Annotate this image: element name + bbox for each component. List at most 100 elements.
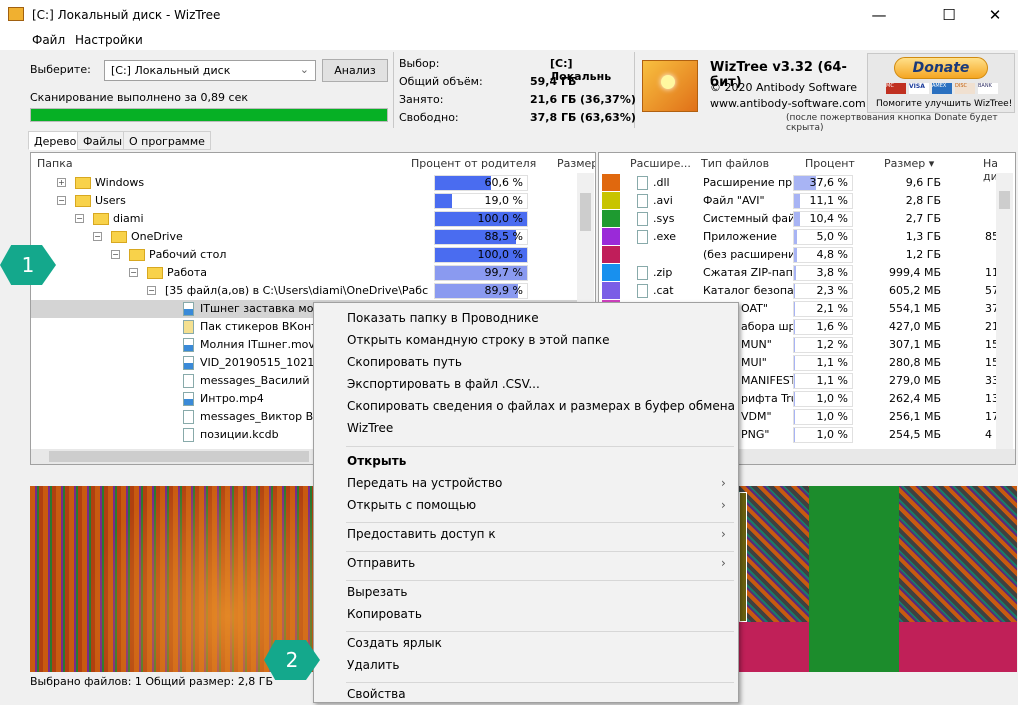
video-file-icon bbox=[183, 428, 194, 442]
donate-help: Помогите улучшить WizTree! bbox=[876, 99, 1013, 109]
percent-value: 37,6 % bbox=[809, 176, 848, 189]
menu-item-label: Передать на устройство bbox=[347, 476, 503, 490]
menu-item-label: Экспортировать в файл .CSV... bbox=[347, 377, 540, 391]
close-button[interactable]: ✕ bbox=[972, 0, 1018, 30]
analyze-button[interactable]: Анализ bbox=[322, 59, 388, 82]
used-label: Занято: bbox=[399, 93, 444, 106]
context-menu-item[interactable]: Отправить › bbox=[347, 556, 737, 570]
tab-files[interactable]: Файлы bbox=[77, 131, 129, 150]
context-menu-item[interactable]: WizTree bbox=[347, 421, 737, 435]
collapse-icon[interactable]: − bbox=[75, 214, 84, 223]
percent-value: 19,0 % bbox=[484, 194, 523, 207]
percent-value: 100,0 % bbox=[477, 248, 523, 261]
context-menu-item[interactable]: Копировать bbox=[347, 607, 737, 621]
context-menu-item[interactable]: Экспортировать в файл .CSV... bbox=[347, 377, 737, 391]
color-swatch bbox=[602, 192, 620, 209]
color-swatch bbox=[602, 282, 620, 299]
context-menu-item[interactable]: Открыть с помощью › bbox=[347, 498, 737, 512]
context-menu: Показать папку в Проводнике Открыть коман… bbox=[313, 302, 739, 703]
col-percent[interactable]: Процент bbox=[805, 157, 855, 170]
treemap-left[interactable] bbox=[30, 486, 313, 672]
context-menu-item[interactable]: Свойства bbox=[347, 687, 737, 701]
col-percent-parent[interactable]: Процент от родителя bbox=[411, 157, 536, 170]
tree-row-label: Windows bbox=[75, 174, 144, 192]
percent-value: 89,9 % bbox=[484, 284, 523, 297]
zip-file-icon bbox=[183, 320, 194, 334]
tree-row-name: messages_Виктор Вел bbox=[200, 410, 327, 423]
size-value: 254,5 МБ bbox=[888, 428, 941, 441]
scan-progress-bar bbox=[30, 108, 388, 122]
collapse-icon[interactable]: − bbox=[147, 286, 156, 295]
context-menu-item[interactable]: Предоставить доступ к › bbox=[347, 527, 737, 541]
tab-about[interactable]: О программе bbox=[123, 131, 211, 150]
menu-file[interactable]: Файл bbox=[32, 33, 65, 47]
tree-row[interactable]: − OneDrive 88,5 % bbox=[31, 228, 577, 246]
tree-row[interactable]: + Windows 60,6 % bbox=[31, 174, 577, 192]
context-menu-item[interactable]: Скопировать путь bbox=[347, 355, 737, 369]
title-bar: [C:] Локальный диск - WizTree — ☐ ✕ bbox=[0, 0, 1018, 30]
percent-value: 5,0 % bbox=[816, 230, 848, 243]
tree-row-label: Пак стикеров ВКонта bbox=[183, 318, 324, 336]
file-type: MANIFEST" bbox=[741, 374, 793, 387]
menu-settings[interactable]: Настройки bbox=[75, 33, 143, 47]
extension-row[interactable]: .exe Приложение 5,0 % 1,3 ГБ 85 bbox=[599, 228, 999, 246]
extension-row[interactable]: .zipСжатая ZIP-папка3,8 %999,4 МБ11 bbox=[599, 264, 999, 282]
file-type: (без расширения) bbox=[703, 248, 793, 261]
expand-icon[interactable]: + bbox=[57, 178, 66, 187]
file-type: Файл "AVI" bbox=[703, 194, 765, 207]
col-folder[interactable]: Папка bbox=[37, 157, 73, 170]
size-value: 1,2 ГБ bbox=[905, 248, 941, 261]
extension-row[interactable]: (без расширения) 4,8 % 1,2 ГБ bbox=[599, 246, 995, 264]
percent-bar: 1,0 % bbox=[793, 391, 853, 407]
percent-bar-fill bbox=[794, 338, 795, 352]
context-menu-item[interactable]: Вырезать bbox=[347, 585, 737, 599]
tree-row-name: messages_Василий Гр bbox=[200, 374, 327, 387]
tab-tree[interactable]: Дерево bbox=[28, 131, 83, 150]
file-type: рифта Tru bbox=[741, 392, 793, 405]
tree-row[interactable]: − diami 100,0 % bbox=[31, 210, 577, 228]
col-extension[interactable]: Расшире... bbox=[630, 157, 691, 170]
context-menu-item[interactable]: Удалить bbox=[347, 658, 737, 672]
minimize-button[interactable]: — bbox=[856, 0, 902, 30]
extension-row[interactable]: .sys Системный файл 10,4 % 2,7 ГБ bbox=[599, 210, 995, 228]
donate-button[interactable]: Donate bbox=[894, 57, 988, 79]
col-size[interactable]: Размер ▾ bbox=[884, 157, 934, 170]
folder-icon bbox=[147, 267, 163, 279]
menu-separator bbox=[346, 551, 734, 552]
percent-value: 1,2 % bbox=[816, 338, 848, 351]
treemap-right[interactable] bbox=[739, 486, 1017, 672]
tree-row[interactable]: − [35 файл(а,ов) в C:\Users\diami\OneDriv… bbox=[31, 282, 577, 300]
context-menu-item[interactable]: Передать на устройство › bbox=[347, 476, 737, 490]
percent-bar: 100,0 % bbox=[434, 211, 528, 227]
extension-row[interactable]: .catКаталог безопасн2,3 %605,2 МБ57 bbox=[599, 282, 999, 300]
drive-select-value: [C:] Локальный диск bbox=[111, 64, 231, 77]
website-link[interactable]: www.antibody-software.com bbox=[710, 97, 866, 110]
tree-row-name: diami bbox=[113, 212, 144, 225]
tree-row[interactable]: − Users 19,0 % bbox=[31, 192, 577, 210]
menu-item-label: Вырезать bbox=[347, 585, 408, 599]
size-value: 280,8 МБ bbox=[888, 356, 941, 369]
col-file-type[interactable]: Тип файлов bbox=[701, 157, 769, 170]
collapse-icon[interactable]: − bbox=[129, 268, 138, 277]
color-swatch bbox=[602, 210, 620, 227]
extension: .dll bbox=[653, 176, 670, 189]
context-menu-item[interactable]: Открыть bbox=[347, 454, 737, 468]
extension-row[interactable]: .avi Файл "AVI" 11,1 % 2,8 ГБ bbox=[599, 192, 995, 210]
percent-value: 10,4 % bbox=[809, 212, 848, 225]
col-size[interactable]: Размер bbox=[557, 157, 595, 170]
ext-vscrollbar[interactable] bbox=[996, 173, 1013, 449]
collapse-icon[interactable]: − bbox=[57, 196, 66, 205]
collapse-icon[interactable]: − bbox=[111, 250, 120, 259]
tree-row[interactable]: − Рабочий стол 100,0 % bbox=[31, 246, 577, 264]
drive-select[interactable]: [C:] Локальный диск ⌄ bbox=[104, 60, 316, 81]
context-menu-item[interactable]: Открыть командную строку в этой папке bbox=[347, 333, 737, 347]
card-icon: BANK bbox=[978, 83, 998, 94]
tree-row[interactable]: − Работа 99,7 % bbox=[31, 264, 577, 282]
used-pct: (36,37%) bbox=[580, 93, 636, 106]
maximize-button[interactable]: ☐ bbox=[926, 0, 972, 30]
context-menu-item[interactable]: Показать папку в Проводнике bbox=[347, 311, 737, 325]
context-menu-item[interactable]: Скопировать сведения о файлах и размерах… bbox=[347, 399, 737, 413]
extension-row[interactable]: .dll Расширение прил 37,6 % 9,6 ГБ bbox=[599, 174, 995, 192]
context-menu-item[interactable]: Создать ярлык bbox=[347, 636, 737, 650]
collapse-icon[interactable]: − bbox=[93, 232, 102, 241]
